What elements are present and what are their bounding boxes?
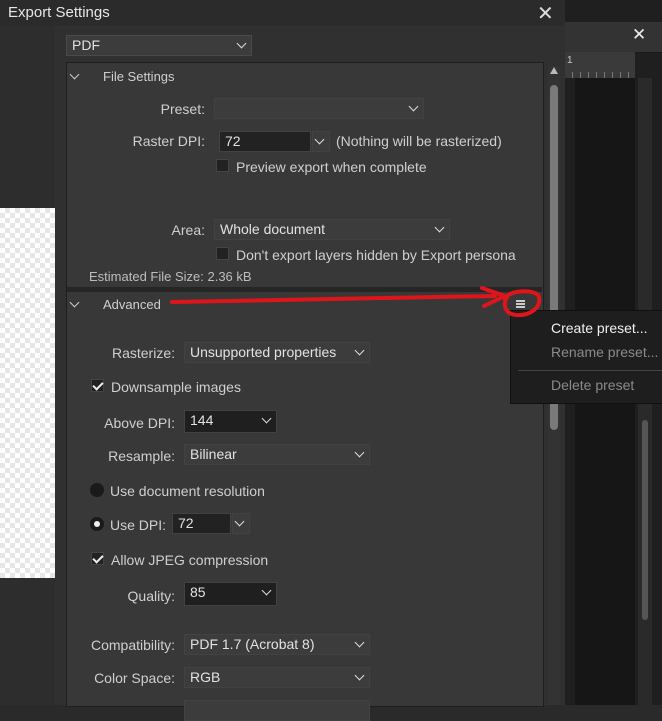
use-document-resolution-radio[interactable] [90, 483, 104, 497]
chevron-down-icon [236, 38, 247, 49]
color-space-label: Color Space: [94, 670, 175, 686]
preset-label: Preset: [160, 101, 205, 117]
chevron-down-icon [261, 585, 272, 596]
estimated-file-size: Estimated File Size: 2.36 kB [89, 269, 252, 284]
quality-value: 85 [190, 584, 206, 600]
ruler-mark: 1 [567, 55, 573, 66]
rasterize-label: Rasterize: [111, 345, 175, 361]
next-select-partial[interactable] [184, 700, 370, 721]
advanced-header[interactable]: Advanced [103, 297, 161, 312]
use-dpi-dropdown[interactable] [232, 513, 250, 534]
close-icon[interactable]: ✕ [537, 1, 554, 26]
chevron-down-icon [354, 637, 365, 648]
quality-label: Quality: [127, 588, 175, 604]
background-ruler [565, 52, 635, 78]
chevron-down-icon [434, 222, 445, 233]
hidden-layers-checkbox[interactable] [216, 247, 229, 260]
preview-export-checkbox[interactable] [216, 159, 229, 172]
section-divider [67, 287, 542, 292]
use-dpi-input[interactable]: 72 [172, 513, 231, 534]
color-space-value: RGB [190, 669, 221, 685]
hamburger-line [516, 303, 525, 305]
preview-transparency-checker [0, 208, 55, 578]
menu-item-delete-preset[interactable]: Delete preset [551, 377, 634, 393]
resample-select[interactable]: Bilinear [184, 444, 370, 465]
quality-select[interactable]: 85 [184, 582, 277, 606]
chevron-down-icon [261, 413, 272, 424]
raster-note: (Nothing will be rasterized) [336, 133, 502, 149]
chevron-down-icon [354, 670, 365, 681]
raster-dpi-dropdown[interactable] [312, 131, 330, 152]
use-dpi-value: 72 [178, 515, 194, 531]
preview-export-label: Preview export when complete [236, 159, 427, 175]
jpeg-compression-checkbox[interactable] [91, 552, 104, 565]
raster-dpi-value: 72 [225, 133, 241, 149]
menu-separator [518, 370, 662, 371]
background-tab-close-icon[interactable]: ✕ [632, 25, 646, 45]
raster-dpi-label: Raster DPI: [132, 133, 205, 149]
chevron-down-icon [234, 516, 245, 527]
compatibility-value: PDF 1.7 (Acrobat 8) [190, 636, 315, 652]
above-dpi-label: Above DPI: [104, 415, 175, 431]
background-tab-strip [565, 22, 662, 53]
menu-item-create-preset[interactable]: Create preset... [551, 320, 648, 336]
above-dpi-select[interactable]: 144 [184, 410, 277, 433]
file-settings-header[interactable]: File Settings [103, 69, 175, 84]
use-document-resolution-label: Use document resolution [110, 483, 265, 499]
downsample-checkbox[interactable] [91, 379, 104, 392]
resample-label: Resample: [108, 448, 175, 464]
scroll-up-arrow-icon[interactable] [550, 67, 558, 74]
format-value: PDF [72, 37, 100, 53]
chevron-down-icon [354, 447, 365, 458]
background-scrollbar-thumb[interactable] [642, 420, 648, 620]
compatibility-select[interactable]: PDF 1.7 (Acrobat 8) [184, 634, 370, 655]
color-space-select[interactable]: RGB [184, 667, 370, 688]
menu-item-rename-preset[interactable]: Rename preset... [551, 344, 658, 360]
use-dpi-label: Use DPI: [110, 517, 167, 533]
use-dpi-radio[interactable] [90, 517, 104, 531]
format-select[interactable]: PDF [66, 35, 252, 56]
area-label: Area: [171, 222, 205, 238]
jpeg-compression-label: Allow JPEG compression [111, 552, 269, 568]
area-value: Whole document [220, 221, 326, 237]
chevron-down-icon [354, 345, 365, 356]
hamburger-line [516, 300, 525, 302]
resample-value: Bilinear [190, 446, 237, 462]
downsample-label: Downsample images [111, 379, 241, 395]
dialog-title: Export Settings [8, 4, 110, 21]
compatibility-label: Compatibility: [90, 637, 175, 653]
hamburger-icon[interactable] [513, 297, 529, 311]
chevron-down-icon [408, 101, 419, 112]
chevron-down-icon [314, 134, 325, 145]
preset-select[interactable] [214, 98, 424, 119]
area-select[interactable]: Whole document [214, 219, 450, 240]
raster-dpi-input[interactable]: 72 [219, 131, 311, 152]
rasterize-select[interactable]: Unsupported properties [184, 342, 370, 363]
rasterize-value: Unsupported properties [190, 344, 337, 360]
hidden-layers-label: Don't export layers hidden by Export per… [236, 247, 516, 263]
hamburger-line [516, 306, 525, 308]
above-dpi-value: 144 [190, 412, 214, 428]
